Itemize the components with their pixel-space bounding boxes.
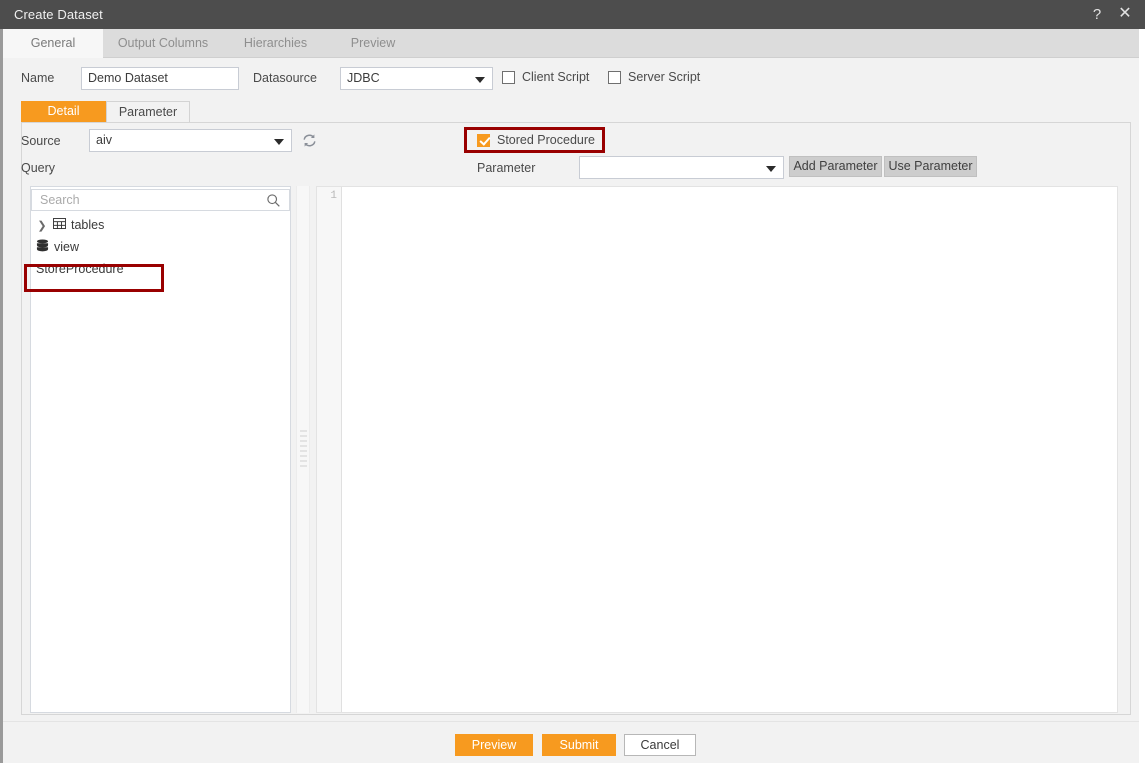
tab-general[interactable]: General xyxy=(3,29,103,58)
datasource-select[interactable]: JDBC xyxy=(340,67,493,90)
submit-button[interactable]: Submit xyxy=(542,734,616,756)
checkbox-icon xyxy=(608,70,621,84)
window-right-border xyxy=(1139,29,1145,763)
datasource-select-value: JDBC xyxy=(347,71,380,85)
tree-node-label: StoreProcedure xyxy=(36,262,124,276)
checkbox-icon xyxy=(502,70,515,84)
tree-node-storeprocedure[interactable]: StoreProcedure xyxy=(31,258,290,280)
source-select-value: aiv xyxy=(96,133,112,147)
editor-gutter: 1 xyxy=(317,187,342,712)
name-label: Name xyxy=(21,71,55,85)
stored-procedure-checkbox[interactable]: Stored Procedure xyxy=(477,133,595,147)
chevron-down-icon xyxy=(766,166,776,172)
tab-hierarchies[interactable]: Hierarchies xyxy=(223,29,328,58)
client-script-label: Client Script xyxy=(522,70,590,84)
add-parameter-button[interactable]: Add Parameter xyxy=(789,156,882,177)
line-number: 1 xyxy=(330,190,337,202)
tree-node-tables[interactable]: ❯ tables xyxy=(31,214,290,236)
checkbox-checked-icon xyxy=(477,133,490,147)
help-icon[interactable]: ? xyxy=(1087,4,1107,24)
tree-node-label: tables xyxy=(71,218,105,232)
dialog-footer: Preview Submit Cancel xyxy=(3,721,1139,763)
preview-button[interactable]: Preview xyxy=(455,734,533,756)
splitter-grip-icon xyxy=(300,430,307,470)
table-icon xyxy=(53,218,66,232)
tree-node-view[interactable]: view xyxy=(31,236,290,258)
parameter-select[interactable] xyxy=(579,156,784,179)
title-bar-buttons: ? ✕ xyxy=(1087,4,1135,24)
datasource-label: Datasource xyxy=(253,71,317,85)
tab-output-columns[interactable]: Output Columns xyxy=(103,29,223,58)
create-dataset-dialog: Create Dataset ? ✕ General Output Column… xyxy=(0,0,1145,763)
server-script-label: Server Script xyxy=(628,70,701,84)
cancel-button[interactable]: Cancel xyxy=(624,734,696,756)
database-icon xyxy=(36,239,49,255)
stored-procedure-label: Stored Procedure xyxy=(497,133,595,147)
parameter-label: Parameter xyxy=(477,161,536,175)
name-input[interactable]: Demo Dataset xyxy=(81,67,239,90)
search-icon xyxy=(266,193,281,214)
source-label: Source xyxy=(21,134,61,148)
source-select[interactable]: aiv xyxy=(89,129,292,152)
panel-splitter[interactable] xyxy=(296,186,310,713)
client-script-checkbox[interactable]: Client Script xyxy=(502,70,589,84)
title-bar: Create Dataset ? ✕ xyxy=(0,0,1145,29)
sql-editor[interactable]: 1 xyxy=(316,186,1118,713)
tree-node-label: view xyxy=(54,240,80,254)
main-tab-bar: General Output Columns Hierarchies Previ… xyxy=(3,29,1139,58)
tab-parameter[interactable]: Parameter xyxy=(106,101,190,122)
query-label: Query xyxy=(21,161,56,175)
search-input[interactable]: Search xyxy=(31,189,290,211)
use-parameter-button[interactable]: Use Parameter xyxy=(884,156,977,177)
chevron-down-icon xyxy=(274,139,284,145)
dialog-title: Create Dataset xyxy=(14,7,103,22)
tab-preview[interactable]: Preview xyxy=(328,29,418,58)
name-datasource-row: Name Demo Dataset Datasource JDBC Client… xyxy=(3,58,1139,99)
refresh-icon[interactable] xyxy=(301,132,318,152)
schema-tree: ❯ tables view StoreProcedure xyxy=(31,214,290,280)
close-icon[interactable]: ✕ xyxy=(1115,4,1135,24)
server-script-checkbox[interactable]: Server Script xyxy=(608,70,700,84)
chevron-down-icon xyxy=(475,77,485,83)
chevron-right-icon[interactable]: ❯ xyxy=(36,219,48,232)
editor-code-area[interactable] xyxy=(343,187,1117,712)
tab-detail[interactable]: Detail xyxy=(21,101,106,122)
